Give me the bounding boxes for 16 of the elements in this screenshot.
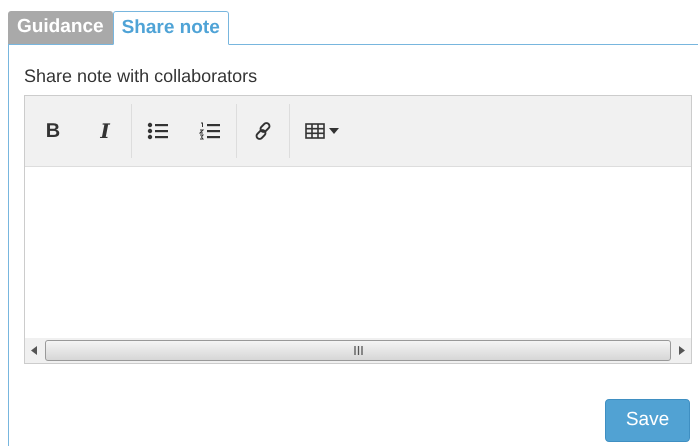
- tab[interactable]: Guidance: [8, 11, 113, 44]
- horizontal-scrollbar[interactable]: [25, 338, 691, 363]
- caret-icon: [329, 128, 339, 134]
- tab[interactable]: Share note: [112, 11, 229, 45]
- left-arrow-icon: [31, 346, 37, 355]
- editor-label: Share note with collaborators: [24, 65, 258, 87]
- italic-button[interactable]: I: [79, 104, 131, 158]
- right-arrow-icon: [679, 346, 685, 355]
- numbered-list-icon: [199, 122, 221, 140]
- scrollbar-thumb[interactable]: [45, 340, 671, 361]
- bullet-list-icon: [147, 122, 169, 140]
- table-icon: [305, 123, 325, 139]
- grip-icon: [354, 346, 362, 355]
- bold-button[interactable]: B: [27, 104, 79, 158]
- save-button[interactable]: Save: [605, 399, 690, 442]
- link-icon: [253, 121, 273, 141]
